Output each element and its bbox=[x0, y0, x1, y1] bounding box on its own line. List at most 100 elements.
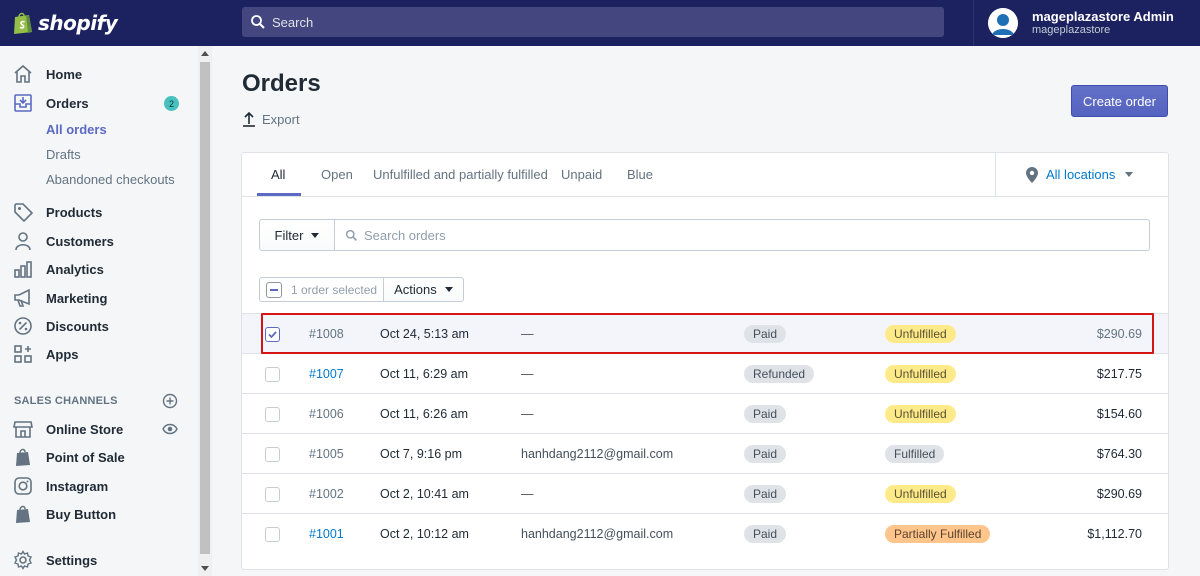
sidebar-item-analytics[interactable]: Analytics bbox=[12, 257, 104, 281]
row-checkbox[interactable] bbox=[265, 354, 280, 394]
tab-open[interactable]: Open bbox=[321, 153, 353, 196]
sidebar-channel-buy-button[interactable]: Buy Button bbox=[12, 502, 116, 526]
sidebar-item-customers[interactable]: Customers bbox=[12, 229, 114, 253]
bulk-select-toggle[interactable]: 1 order selected bbox=[259, 277, 385, 302]
sidebar-item-products[interactable]: Products bbox=[12, 200, 102, 224]
location-selector[interactable]: All locations bbox=[995, 153, 1168, 196]
user-menu[interactable]: mageplazastore Admin mageplazastore bbox=[973, 0, 1195, 46]
user-avatar-icon bbox=[988, 8, 1018, 38]
actions-label: Actions bbox=[394, 282, 437, 297]
table-row[interactable]: #1002 Oct 2, 10:41 am — Paid Unfulfilled… bbox=[242, 473, 1168, 513]
apps-icon bbox=[12, 343, 34, 365]
row-checkbox[interactable] bbox=[265, 514, 280, 554]
eye-icon[interactable] bbox=[162, 422, 178, 436]
scrollbar-thumb[interactable] bbox=[200, 62, 210, 554]
orders-icon bbox=[12, 92, 34, 114]
row-checkbox[interactable] bbox=[265, 394, 280, 434]
export-label: Export bbox=[262, 111, 300, 127]
sidebar-item-label: Online Store bbox=[46, 421, 124, 437]
shopping-bag-icon bbox=[12, 446, 34, 468]
order-number[interactable]: #1007 bbox=[309, 354, 344, 394]
payment-status-badge: Paid bbox=[744, 405, 787, 423]
location-label: All locations bbox=[1046, 167, 1116, 182]
row-checkbox[interactable] bbox=[265, 474, 280, 514]
fulfillment-status-badge: Unfulfilled bbox=[885, 485, 956, 503]
sidebar-item-marketing[interactable]: Marketing bbox=[12, 286, 107, 310]
order-customer: — bbox=[521, 407, 534, 421]
sidebar-item-label: Analytics bbox=[46, 261, 104, 277]
sidebar-subitem-all-orders[interactable]: All orders bbox=[46, 122, 107, 137]
discount-icon bbox=[12, 315, 34, 337]
create-order-button[interactable]: Create order bbox=[1071, 85, 1168, 117]
sidebar-item-orders[interactable]: Orders bbox=[12, 91, 89, 115]
payment-status-badge: Paid bbox=[744, 525, 787, 543]
global-search[interactable] bbox=[242, 7, 944, 37]
store-icon bbox=[12, 418, 34, 440]
sidebar-subitem-drafts[interactable]: Drafts bbox=[46, 147, 81, 162]
order-number[interactable]: #1006 bbox=[309, 394, 344, 434]
table-row[interactable]: #1005 Oct 7, 9:16 pm hanhdang2112@gmail.… bbox=[242, 433, 1168, 473]
order-search[interactable] bbox=[335, 219, 1150, 251]
sidebar-item-home[interactable]: Home bbox=[12, 62, 82, 86]
sidebar-channel-online-store[interactable]: Online Store bbox=[12, 417, 123, 441]
order-total: $217.75 bbox=[1096, 367, 1142, 381]
sidebar-subitem-abandoned-checkouts[interactable]: Abandoned checkouts bbox=[46, 172, 175, 187]
shopify-logo[interactable]: shopify bbox=[0, 0, 212, 46]
export-icon bbox=[243, 111, 255, 127]
sidebar-item-settings[interactable]: Settings bbox=[12, 548, 97, 572]
sidebar-item-label: Products bbox=[46, 204, 103, 220]
row-checkbox[interactable] bbox=[265, 434, 280, 474]
scroll-down-arrow-icon[interactable] bbox=[201, 566, 209, 571]
order-total: $764.30 bbox=[1096, 447, 1142, 461]
indeterminate-checkbox[interactable] bbox=[266, 281, 282, 298]
tab-all[interactable]: All bbox=[271, 153, 285, 196]
checkbox[interactable] bbox=[265, 366, 280, 382]
table-row[interactable]: #1001 Oct 2, 10:12 am hanhdang2112@gmail… bbox=[242, 513, 1168, 553]
user-name: mageplazastore Admin bbox=[1032, 9, 1174, 24]
payment-status-badge: Paid bbox=[744, 485, 787, 503]
order-number[interactable]: #1001 bbox=[309, 514, 344, 554]
checkbox[interactable] bbox=[265, 446, 280, 462]
shopping-bag-icon bbox=[12, 503, 34, 525]
checkbox[interactable] bbox=[265, 486, 280, 502]
tab-unfulfilled-partially[interactable]: Unfulfilled and partially fulfilled bbox=[373, 153, 548, 196]
sidebar-item-discounts[interactable]: Discounts bbox=[12, 314, 109, 338]
order-total: $1,112.70 bbox=[1087, 527, 1142, 541]
sidebar-item-label: Apps bbox=[46, 346, 79, 362]
checkbox[interactable] bbox=[265, 406, 280, 422]
scroll-up-arrow-icon[interactable] bbox=[201, 51, 209, 56]
sidebar-channel-point-of-sale[interactable]: Point of Sale bbox=[12, 445, 125, 469]
sidebar-item-label: Settings bbox=[46, 552, 98, 568]
order-number[interactable]: #1005 bbox=[309, 434, 344, 474]
table-row[interactable]: #1006 Oct 11, 6:26 am — Paid Unfulfilled… bbox=[242, 393, 1168, 433]
sidebar-item-label: Marketing bbox=[46, 290, 108, 306]
order-total: $154.60 bbox=[1096, 407, 1142, 421]
sidebar-scrollbar[interactable] bbox=[198, 46, 212, 576]
gear-icon bbox=[12, 549, 34, 571]
export-button[interactable]: Export bbox=[242, 111, 300, 127]
selected-count-label: 1 order selected bbox=[291, 282, 378, 297]
checkbox[interactable] bbox=[265, 526, 280, 542]
search-orders-input[interactable] bbox=[364, 227, 1064, 243]
tab-unpaid[interactable]: Unpaid bbox=[561, 153, 602, 196]
order-customer: hanhdang2112@gmail.com bbox=[521, 527, 674, 541]
actions-dropdown[interactable]: Actions bbox=[384, 277, 464, 302]
sidebar-item-apps[interactable]: Apps bbox=[12, 342, 79, 366]
sidebar-item-label: Instagram bbox=[46, 478, 109, 494]
sidebar-item-label: Discounts bbox=[46, 318, 109, 334]
order-date: Oct 11, 6:26 am bbox=[380, 407, 469, 421]
table-row[interactable]: #1007 Oct 11, 6:29 am — Refunded Unfulfi… bbox=[242, 353, 1168, 393]
sidebar-channel-instagram[interactable]: Instagram bbox=[12, 474, 108, 498]
sales-channels-title: SALES CHANNELS bbox=[14, 395, 118, 407]
add-channel-icon[interactable] bbox=[162, 393, 178, 409]
global-search-input[interactable] bbox=[272, 14, 872, 30]
filter-button[interactable]: Filter bbox=[259, 219, 335, 251]
sidebar-item-label: Home bbox=[46, 66, 83, 82]
fulfillment-status-badge: Fulfilled bbox=[885, 445, 945, 463]
order-number[interactable]: #1002 bbox=[309, 474, 344, 514]
order-customer: hanhdang2112@gmail.com bbox=[521, 447, 674, 461]
sidebar-item-label: Orders bbox=[46, 95, 89, 111]
filter-label: Filter bbox=[274, 227, 304, 243]
payment-status-badge: Refunded bbox=[744, 365, 815, 383]
tab-blue[interactable]: Blue bbox=[627, 153, 653, 196]
